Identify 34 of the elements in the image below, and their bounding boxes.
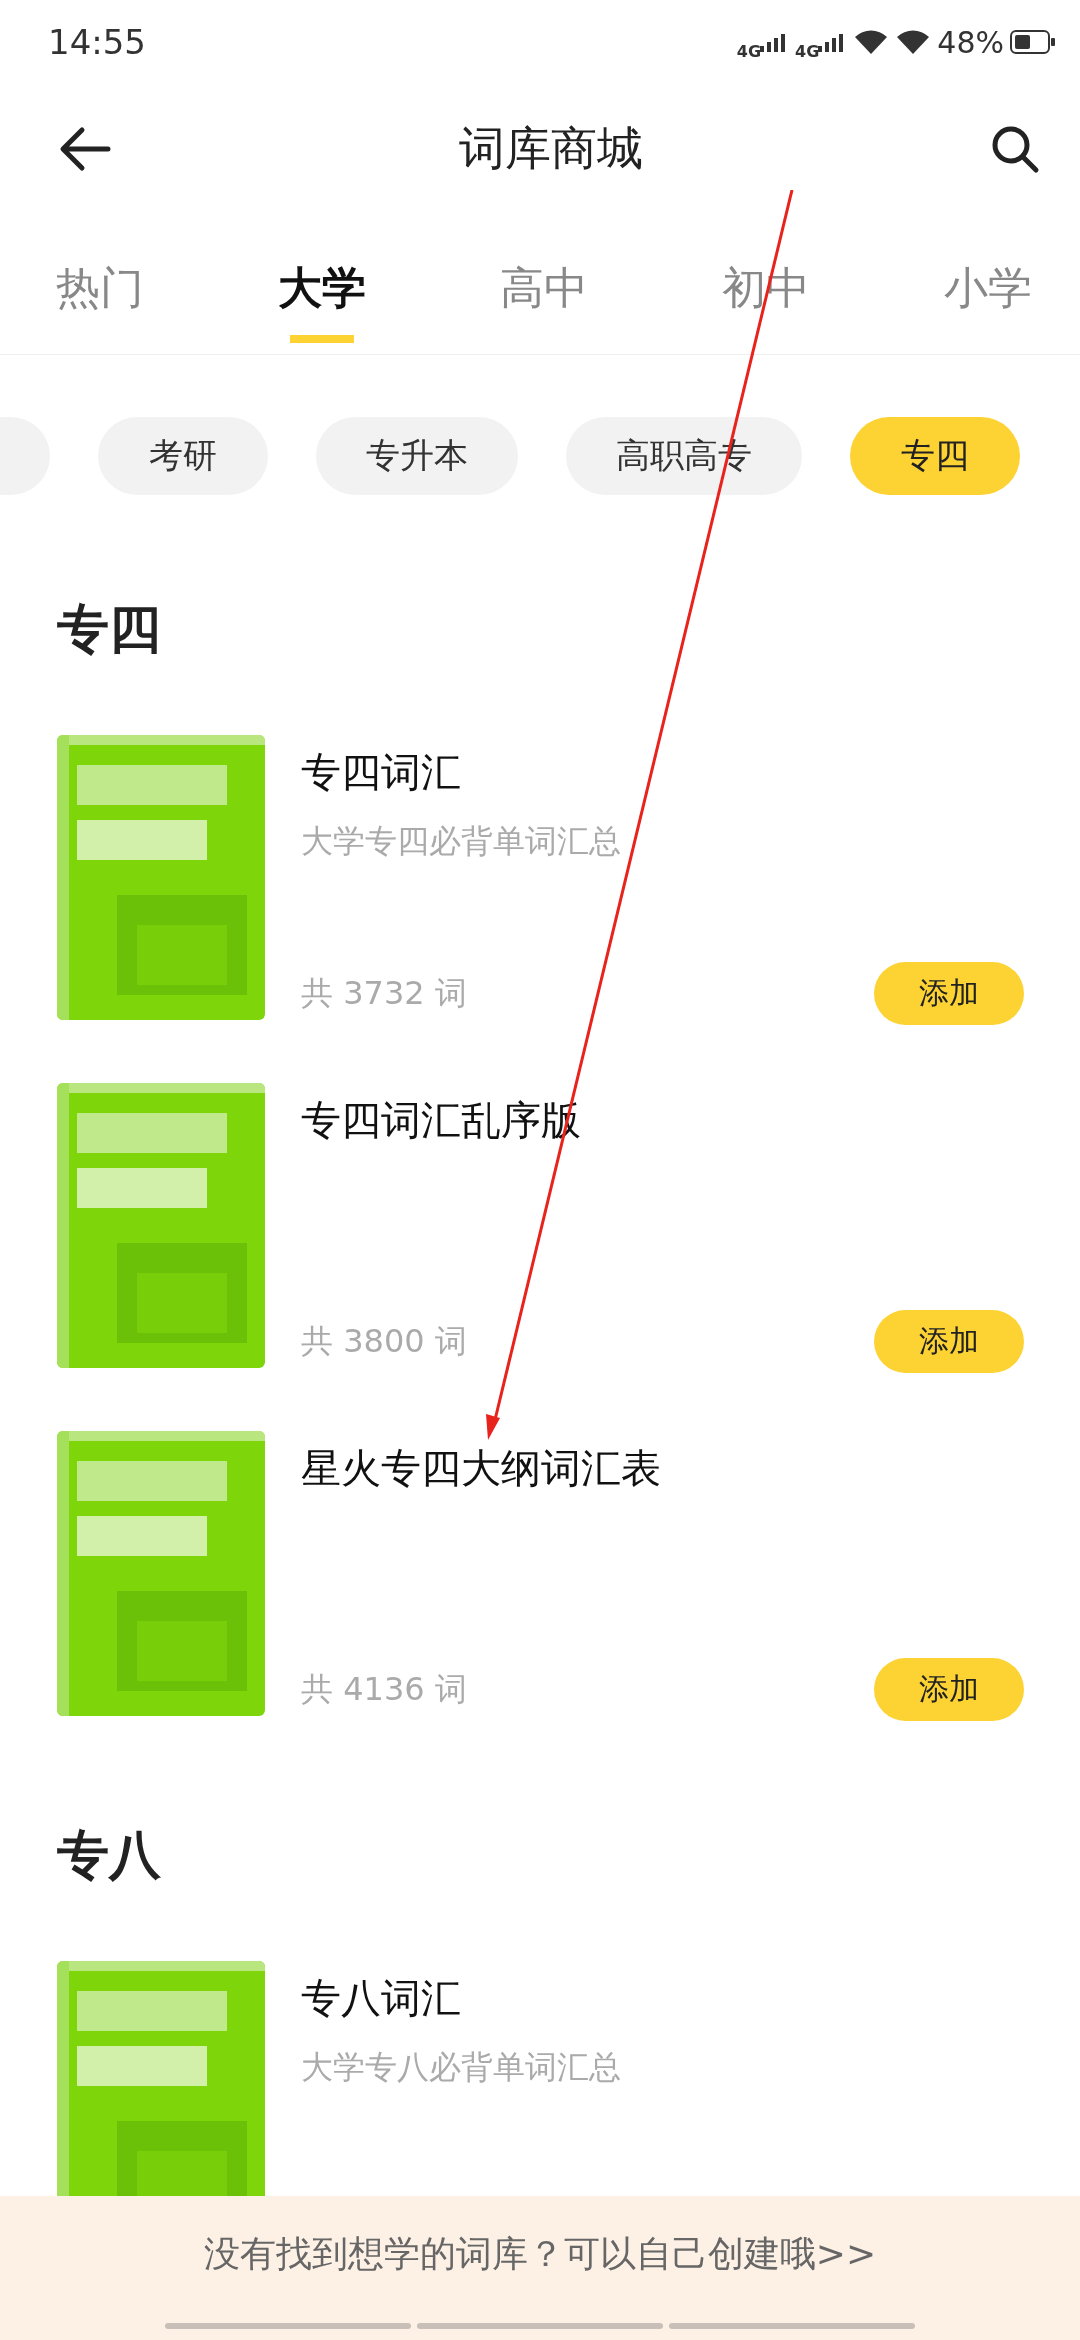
status-time: 14:55 [48, 22, 146, 62]
section-title: 专四 [57, 598, 162, 661]
nav-gesture-bar[interactable] [669, 2323, 915, 2329]
word-count: 共 3800 词 [301, 1320, 467, 1362]
filter-chip[interactable]: 专升本 [316, 417, 518, 495]
word-count: 共 3732 词 [301, 972, 467, 1014]
add-button[interactable]: 添加 [874, 1658, 1024, 1721]
battery-percent: 48% [937, 24, 1004, 60]
book-subtitle: 大学专八必背单词汇总 [301, 2047, 622, 2088]
filter-chip[interactable]: 专四 [850, 417, 1020, 495]
book-title: 星火专四大纲词汇表 [301, 1444, 662, 1493]
book-subtitle: 大学专四必背单词汇总 [301, 821, 622, 862]
back-arrow-icon[interactable] [58, 125, 112, 173]
category-tab[interactable]: 高中 [500, 214, 588, 343]
create-wordbank-link[interactable]: 没有找到想学的词库？可以自己创建哦>> [203, 2229, 877, 2279]
category-tab[interactable]: 小学 [944, 214, 1032, 343]
network-label: 4G [736, 41, 762, 61]
category-tab[interactable]: 大学 [278, 214, 366, 343]
category-tab[interactable]: 热门 [56, 214, 144, 343]
section-title: 专八 [57, 1824, 162, 1887]
add-button[interactable]: 添加 [874, 962, 1024, 1025]
battery-icon [1010, 30, 1056, 54]
word-count: 共 4136 词 [301, 1668, 467, 1710]
book-title: 专八词汇 [301, 1974, 462, 2023]
network-label: 4G [795, 41, 820, 61]
nav-gesture-bar[interactable] [165, 2323, 411, 2329]
nav-gesture-bar[interactable] [417, 2323, 663, 2329]
add-button[interactable]: 添加 [874, 1310, 1024, 1373]
wifi-icon [853, 28, 890, 56]
search-icon[interactable] [990, 124, 1040, 174]
book-title: 专四词汇 [301, 748, 462, 797]
page-title: 词库商城 [459, 120, 643, 177]
filter-chip[interactable]: 考研 [98, 417, 268, 495]
wifi-icon [895, 28, 932, 56]
